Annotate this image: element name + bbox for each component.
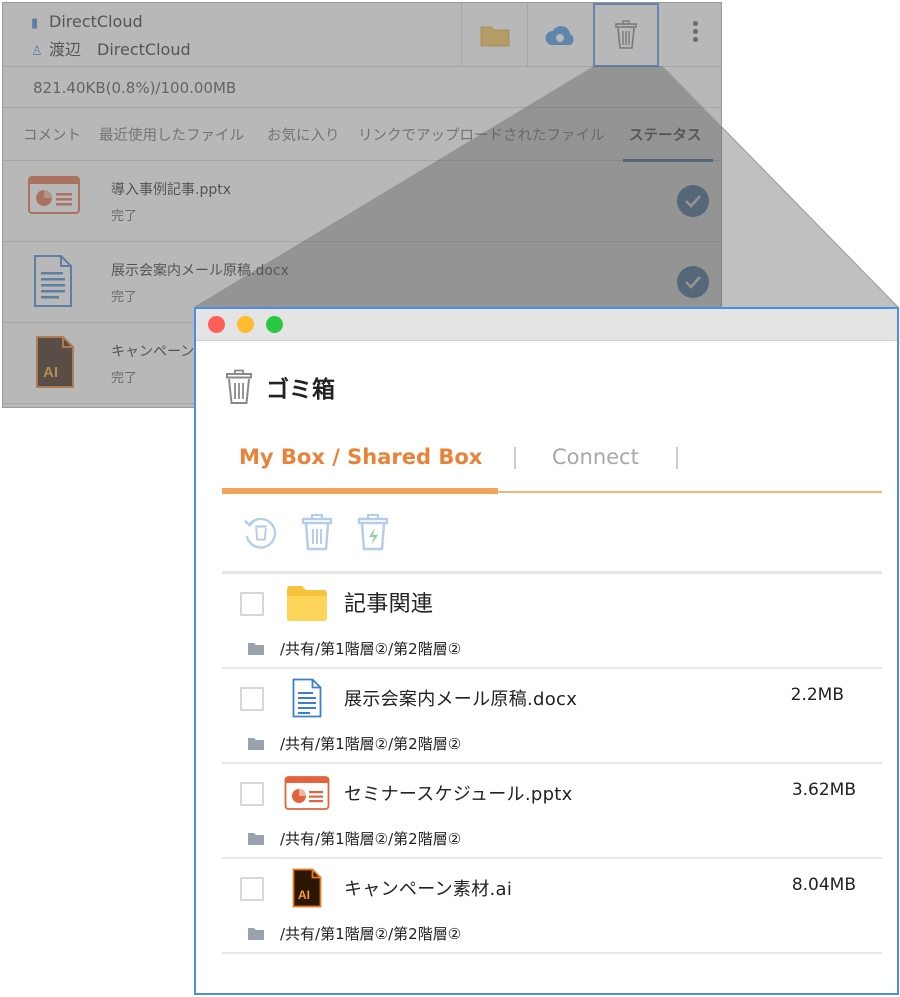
tab-divider: [676, 447, 678, 469]
restore-button[interactable]: [242, 512, 280, 552]
maximize-window-button[interactable]: [266, 316, 283, 333]
trash-icon: [615, 20, 637, 49]
folder-small-icon: [248, 643, 264, 655]
item-path-text: /共有/第1階層②/第2階層②: [280, 640, 462, 658]
file-status: 完了: [111, 371, 138, 386]
brand-name: DirectCloud: [49, 12, 143, 31]
file-status: 完了: [111, 290, 138, 305]
docx-file-icon: [33, 254, 73, 312]
active-tab-indicator: [222, 488, 498, 494]
item-checkbox[interactable]: [240, 782, 264, 806]
item-size: 2.2MB: [790, 685, 844, 705]
more-vertical-icon[interactable]: [693, 21, 699, 45]
pptx-file-icon: [284, 770, 330, 816]
item-size: 3.62MB: [791, 780, 856, 800]
trash-list-item[interactable]: AI キャンペーン素材.ai 8.04MB /共有/第1階層②/第2階層②: [222, 859, 882, 954]
trash-button[interactable]: [593, 3, 659, 67]
check-icon: [677, 185, 709, 217]
trash-title: ゴミ箱: [266, 377, 335, 403]
tab-divider: [514, 447, 516, 469]
empty-trash-button[interactable]: [354, 512, 392, 552]
close-window-button[interactable]: [208, 316, 225, 333]
item-name: 記事関連: [344, 592, 434, 617]
tab-connect[interactable]: Connect: [552, 445, 639, 469]
user-name: 渡辺 DirectCloud: [49, 40, 191, 59]
svg-text:AI: AI: [298, 888, 310, 902]
check-icon: [677, 266, 709, 298]
item-path-text: /共有/第1階層②/第2階層②: [280, 830, 462, 848]
trash-list-item[interactable]: 記事関連 /共有/第1階層②/第2階層②: [222, 574, 882, 669]
item-name: セミナースケジュール.pptx: [344, 784, 573, 805]
item-name: 展示会案内メール原稿.docx: [344, 689, 578, 710]
restore-icon: [244, 517, 277, 549]
item-path: /共有/第1階層②/第2階層②: [248, 733, 461, 754]
svg-text:AI: AI: [43, 364, 58, 381]
delete-permanently-button[interactable]: [298, 512, 336, 552]
item-path-text: /共有/第1階層②/第2階層②: [280, 735, 462, 753]
trash-actions: [242, 512, 392, 552]
app-header: ▮ DirectCloud ♙ 渡辺 DirectCloud: [3, 3, 721, 67]
page-title: ゴミ箱: [224, 369, 335, 405]
item-size: 8.04MB: [791, 875, 856, 895]
folder-icon: [480, 26, 509, 47]
tab-my-box-shared-box[interactable]: My Box / Shared Box: [239, 445, 482, 469]
docx-file-icon: [284, 675, 330, 721]
tab-recent-files[interactable]: 最近使用したファイル: [99, 124, 244, 145]
file-status: 完了: [111, 209, 138, 224]
ai-file-icon: AI: [35, 335, 75, 393]
cloud-sync-icon: [544, 26, 574, 45]
tab-favorites[interactable]: お気に入り: [267, 124, 340, 145]
folder-small-icon: [248, 833, 264, 845]
pptx-file-icon: [27, 173, 81, 221]
user-icon: ♙: [31, 44, 43, 59]
folder-icon: [284, 580, 330, 626]
trash-list-item[interactable]: セミナースケジュール.pptx 3.62MB /共有/第1階層②/第2階層②: [222, 764, 882, 859]
item-path: /共有/第1階層②/第2階層②: [248, 828, 461, 849]
cloud-sync-button[interactable]: [527, 3, 593, 67]
background-tabs: コメント 最近使用したファイル お気に入り リンクでアップロードされたファイル …: [3, 107, 721, 162]
trash-icon: [226, 369, 252, 404]
file-name: 展示会案内メール原稿.docx: [111, 263, 289, 279]
item-path-text: /共有/第1階層②/第2階層②: [280, 925, 462, 943]
list-item[interactable]: 導入事例記事.pptx 完了: [3, 161, 721, 242]
item-checkbox[interactable]: [240, 592, 264, 616]
item-path: /共有/第1階層②/第2階層②: [248, 923, 461, 944]
empty-trash-icon: [357, 514, 389, 551]
storage-quota: 821.40KB(0.8%)/100.00MB: [33, 79, 237, 97]
item-name: キャンペーン素材.ai: [344, 879, 513, 900]
tab-comments[interactable]: コメント: [23, 124, 81, 145]
folder-button[interactable]: [461, 3, 527, 67]
file-name: 導入事例記事.pptx: [111, 182, 231, 198]
building-icon: ▮: [31, 16, 39, 31]
item-checkbox[interactable]: [240, 877, 264, 901]
folder-small-icon: [248, 738, 264, 750]
delete-permanently-icon: [301, 514, 333, 551]
item-path: /共有/第1階層②/第2階層②: [248, 638, 461, 659]
trash-window: ゴミ箱 My Box / Shared Box Connect 記事関連 /共有…: [194, 307, 899, 995]
account-info: ▮ DirectCloud ♙ 渡辺 DirectCloud: [31, 9, 191, 65]
tab-status[interactable]: ステータス: [629, 124, 702, 145]
item-checkbox[interactable]: [240, 687, 264, 711]
ai-file-icon: AI: [284, 865, 330, 911]
trash-tabs: My Box / Shared Box Connect: [222, 441, 882, 494]
trash-list-item[interactable]: 展示会案内メール原稿.docx 2.2MB /共有/第1階層②/第2階層②: [222, 669, 882, 764]
window-titlebar: [196, 309, 897, 341]
minimize-window-button[interactable]: [237, 316, 254, 333]
tab-link-uploads[interactable]: リンクでアップロードされたファイル: [358, 124, 605, 145]
folder-small-icon: [248, 928, 264, 940]
